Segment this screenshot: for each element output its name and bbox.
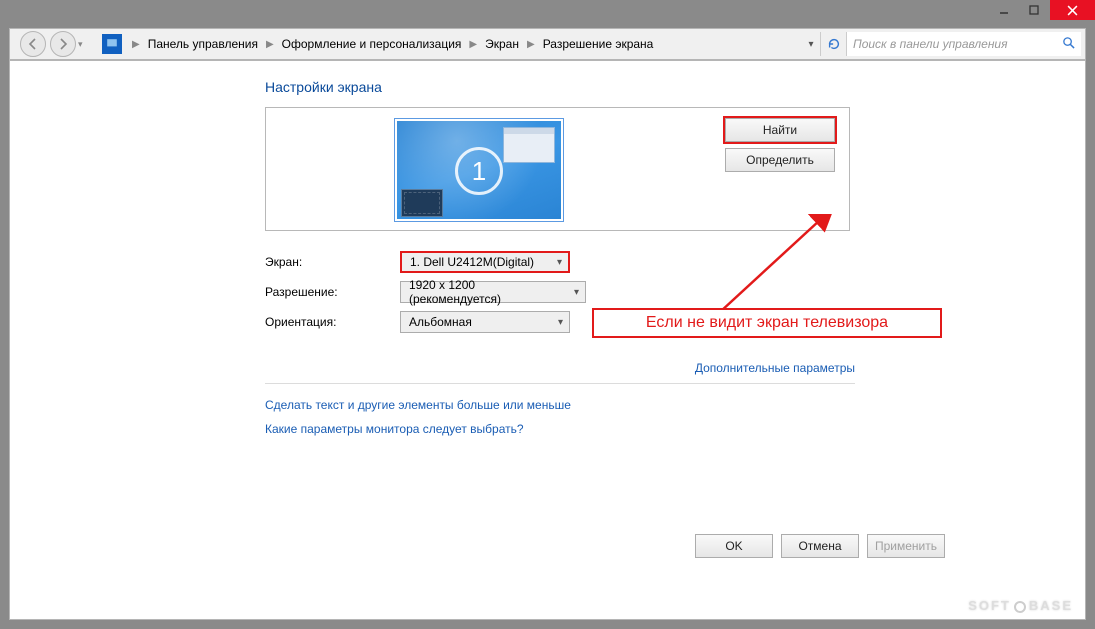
window-frame: ▾ ▶ Панель управления ▶ Оформление и пер… bbox=[0, 0, 1095, 629]
display-select-value: 1. Dell U2412M(Digital) bbox=[410, 255, 534, 269]
annotation-callout: Если не видит экран телевизора bbox=[592, 308, 942, 338]
search-input[interactable] bbox=[853, 37, 1058, 51]
address-bar: ▾ ▶ Панель управления ▶ Оформление и пер… bbox=[9, 28, 1086, 60]
taskbar-thumbnail-icon bbox=[401, 189, 443, 217]
identify-button[interactable]: Определить bbox=[725, 148, 835, 172]
window-thumbnail-icon bbox=[503, 127, 555, 163]
display-preview-panel: 1 Найти Определить bbox=[265, 107, 850, 231]
window-controls bbox=[988, 0, 1095, 22]
display-number-badge: 1 bbox=[455, 147, 503, 195]
content-pane: Настройки экрана 1 Найти Определить Экра bbox=[9, 60, 1086, 620]
control-panel-icon bbox=[102, 34, 122, 54]
display-label: Экран: bbox=[265, 255, 400, 269]
chevron-down-icon: ▾ bbox=[574, 287, 579, 298]
monitor-thumbnail[interactable]: 1 bbox=[394, 118, 564, 222]
minimize-button[interactable] bbox=[990, 0, 1018, 20]
detect-button[interactable]: Найти bbox=[725, 118, 835, 142]
page-title: Настройки экрана bbox=[265, 79, 855, 95]
search-icon[interactable] bbox=[1062, 36, 1075, 52]
breadcrumb-item[interactable]: Экран bbox=[481, 37, 523, 51]
text-size-link[interactable]: Сделать текст и другие элементы больше и… bbox=[265, 398, 855, 412]
chevron-right-icon: ▶ bbox=[523, 39, 539, 50]
resolution-label: Разрешение: bbox=[265, 285, 400, 299]
resolution-select[interactable]: 1920 x 1200 (рекомендуется) ▾ bbox=[400, 281, 586, 303]
ok-button[interactable]: OK bbox=[695, 534, 773, 558]
maximize-button[interactable] bbox=[1020, 0, 1048, 20]
dialog-button-row: OK Отмена Применить bbox=[265, 526, 945, 566]
chevron-right-icon: ▶ bbox=[465, 39, 481, 50]
advanced-settings-link[interactable]: Дополнительные параметры bbox=[695, 361, 855, 375]
refresh-button[interactable] bbox=[820, 32, 846, 56]
cancel-button[interactable]: Отмена bbox=[781, 534, 859, 558]
chevron-right-icon: ▶ bbox=[262, 39, 278, 50]
chevron-down-icon: ▾ bbox=[558, 317, 563, 328]
chevron-right-icon: ▶ bbox=[128, 39, 144, 50]
watermark: SOFTBASE bbox=[968, 598, 1073, 613]
divider bbox=[265, 383, 855, 384]
address-dropdown[interactable]: ▾ bbox=[802, 39, 820, 50]
search-box bbox=[846, 32, 1081, 56]
orientation-select[interactable]: Альбомная ▾ bbox=[400, 311, 570, 333]
nav-back-button[interactable] bbox=[20, 31, 46, 57]
nav-history-dropdown[interactable]: ▾ bbox=[78, 39, 92, 50]
help-choose-link[interactable]: Какие параметры монитора следует выбрать… bbox=[265, 422, 855, 436]
breadcrumb-item[interactable]: Разрешение экрана bbox=[539, 37, 658, 51]
close-button[interactable] bbox=[1050, 0, 1095, 20]
apply-button: Применить bbox=[867, 534, 945, 558]
display-select[interactable]: 1. Dell U2412M(Digital) ▾ bbox=[400, 251, 570, 273]
breadcrumb-item[interactable]: Оформление и персонализация bbox=[278, 37, 466, 51]
breadcrumb: ▶ Панель управления ▶ Оформление и персо… bbox=[128, 29, 802, 59]
breadcrumb-item[interactable]: Панель управления bbox=[144, 37, 262, 51]
nav-forward-button[interactable] bbox=[50, 31, 76, 57]
chevron-down-icon: ▾ bbox=[557, 257, 562, 268]
orientation-label: Ориентация: bbox=[265, 315, 400, 329]
orientation-select-value: Альбомная bbox=[409, 315, 472, 329]
resolution-select-value: 1920 x 1200 (рекомендуется) bbox=[409, 278, 566, 306]
